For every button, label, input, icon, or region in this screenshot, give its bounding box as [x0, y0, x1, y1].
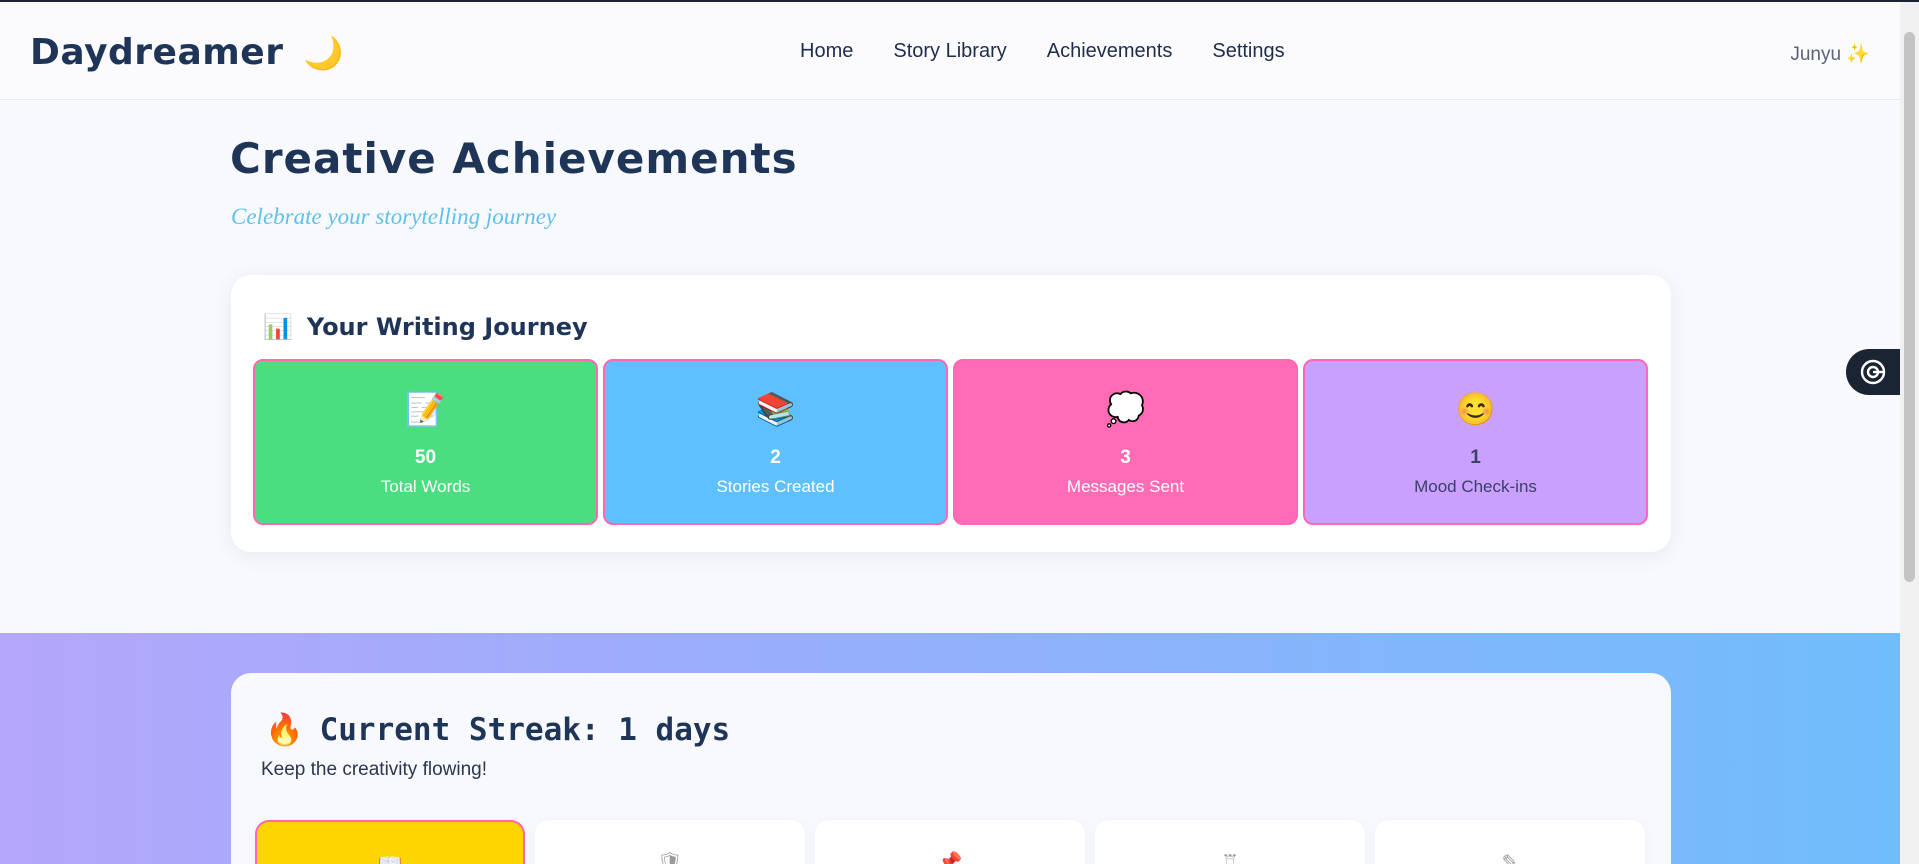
- writing-journey-title: Your Writing Journey: [306, 313, 588, 341]
- stat-card-messages-sent: 💭 3 Messages Sent: [953, 359, 1298, 525]
- page-subtitle: Celebrate your storytelling journey: [231, 204, 557, 229]
- navbar: Daydreamer 🌙 Home Story Library Achieveme…: [0, 2, 1900, 100]
- badge-card-locked[interactable]: 📌: [815, 820, 1085, 864]
- streak-title: Current Streak: 1 days: [319, 711, 731, 748]
- page-title: Creative Achievements: [230, 134, 798, 183]
- streak-header: 🔥 Current Streak: 1 days: [265, 711, 731, 749]
- user-name: Junyu: [1790, 44, 1842, 65]
- badge-card-locked[interactable]: 🛡: [535, 820, 805, 864]
- tower-icon: ♖: [1221, 850, 1239, 864]
- stat-label: Mood Check-ins: [1414, 477, 1537, 496]
- badge-card-active[interactable]: 📖: [255, 820, 525, 864]
- page-scrollbar[interactable]: [1900, 2, 1919, 864]
- assistant-icon: [1860, 359, 1886, 385]
- writing-journey-card: 📊 Your Writing Journey 📝 50 Total Words …: [231, 275, 1671, 552]
- nav-settings[interactable]: Settings: [1212, 40, 1284, 63]
- stats-grid: 📝 50 Total Words 📚 2 Stories Created 💭 3…: [253, 359, 1648, 525]
- stat-value: 3: [1120, 447, 1131, 468]
- pin-icon: 📌: [937, 850, 963, 864]
- stat-card-total-words: 📝 50 Total Words: [253, 359, 598, 525]
- stat-card-stories-created: 📚 2 Stories Created: [603, 359, 948, 525]
- streak-card: 🔥 Current Streak: 1 days Keep the creati…: [231, 673, 1671, 864]
- fire-icon: 🔥: [265, 712, 304, 748]
- stat-label: Total Words: [380, 477, 471, 496]
- user-menu[interactable]: Junyu ✨: [1790, 42, 1870, 66]
- nav-story-library[interactable]: Story Library: [893, 40, 1006, 63]
- nav-achievements[interactable]: Achievements: [1047, 40, 1173, 63]
- sparkle-icon: ✨: [1846, 44, 1870, 65]
- moon-icon: 🌙: [303, 34, 344, 72]
- streak-subtitle: Keep the creativity flowing!: [261, 759, 488, 780]
- stat-label: Messages Sent: [1066, 477, 1185, 496]
- shield-icon: 🛡: [657, 850, 683, 864]
- stat-card-mood-checkins: 😊 1 Mood Check-ins: [1303, 359, 1648, 525]
- badge-list: 📖 🛡 📌 ♖ ✎: [255, 820, 1645, 864]
- book-icon: 📖: [377, 852, 403, 864]
- smile-icon: 😊: [1455, 391, 1496, 427]
- scrollbar-thumb[interactable]: [1904, 32, 1915, 582]
- stat-value: 50: [414, 447, 437, 468]
- brand-logo[interactable]: Daydreamer 🌙: [30, 32, 344, 73]
- books-icon: 📚: [755, 391, 796, 427]
- stat-value: 2: [770, 447, 781, 468]
- badge-card-locked[interactable]: ♖: [1095, 820, 1365, 864]
- nav-home[interactable]: Home: [800, 40, 853, 63]
- stat-value: 1: [1470, 447, 1481, 468]
- bar-chart-icon: 📊: [263, 313, 293, 341]
- badge-card-locked[interactable]: ✎: [1375, 820, 1645, 864]
- thought-bubble-icon: 💭: [1105, 391, 1146, 427]
- main-nav: Home Story Library Achievements Settings: [800, 40, 1285, 63]
- memo-icon: 📝: [405, 391, 446, 427]
- assistant-float-button[interactable]: [1846, 349, 1900, 395]
- brand-name: Daydreamer: [30, 32, 284, 73]
- pencil-icon: ✎: [1501, 850, 1519, 864]
- writing-journey-header: 📊 Your Writing Journey: [263, 313, 588, 341]
- stat-label: Stories Created: [716, 477, 835, 496]
